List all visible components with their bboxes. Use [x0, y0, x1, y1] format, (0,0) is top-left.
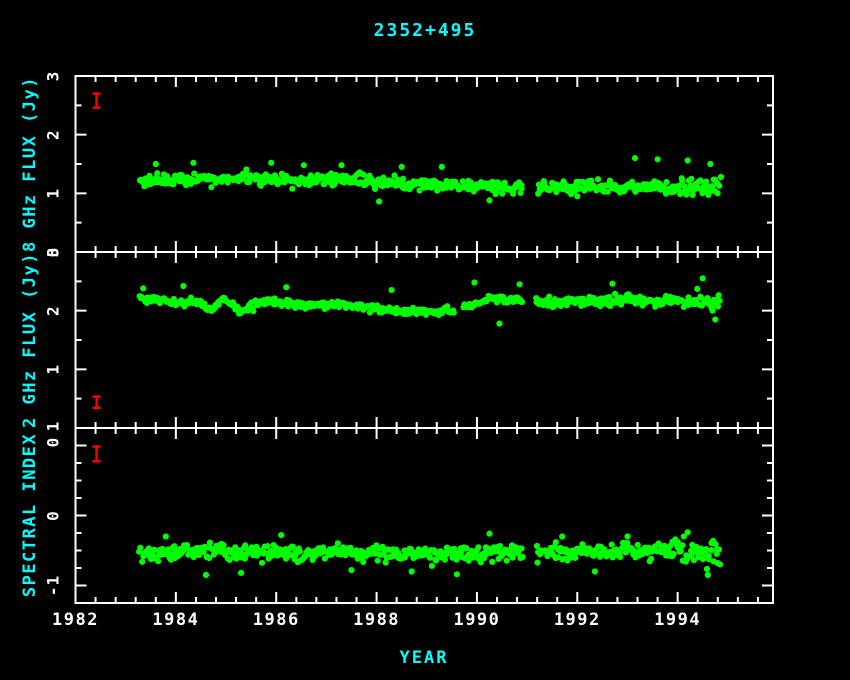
panel-border-flux2 [76, 252, 774, 428]
x-tick-label: 1982 [52, 610, 99, 630]
y-tick-label: 0 [44, 510, 63, 521]
panel-border-flux8 [76, 76, 774, 252]
y-tick-label: 2 [44, 129, 63, 140]
y-tick-label: -1 [44, 575, 63, 596]
x-tick-label: 1986 [253, 610, 300, 630]
y-tick-label: 1 [44, 421, 63, 432]
y-tick-label: 3 [44, 71, 63, 82]
data-points-flux2 [137, 275, 723, 326]
x-tick-label: 1988 [353, 610, 400, 630]
y-tick-label: 0 [44, 437, 63, 448]
light-curve-figure: 2352+495 8 GHz FLUX (Jy) 2 GHz FLUX (Jy)… [0, 0, 850, 680]
y-tick-label: 2 [44, 305, 63, 316]
chart-svg: 3210321010-11982198419861988199019921994 [0, 0, 850, 680]
x-tick-label: 1992 [554, 610, 601, 630]
error-bar-flux8 [93, 94, 101, 108]
x-axis-label: YEAR [0, 648, 848, 668]
x-tick-label: 1994 [654, 610, 701, 630]
x-tick-label: 1990 [453, 610, 500, 630]
y-tick-label: 1 [44, 188, 63, 199]
data-points-flux8 [137, 155, 724, 205]
y-tick-label: 3 [44, 247, 63, 258]
panel-border-spectral_index [76, 428, 774, 603]
x-tick-label: 1984 [152, 610, 199, 630]
error-bar-flux2 [93, 397, 101, 408]
error-bar-spectral_index [93, 447, 101, 462]
axis-ticks [76, 76, 774, 603]
data-points-spectral_index [136, 529, 723, 578]
y-tick-label: 1 [44, 364, 63, 375]
